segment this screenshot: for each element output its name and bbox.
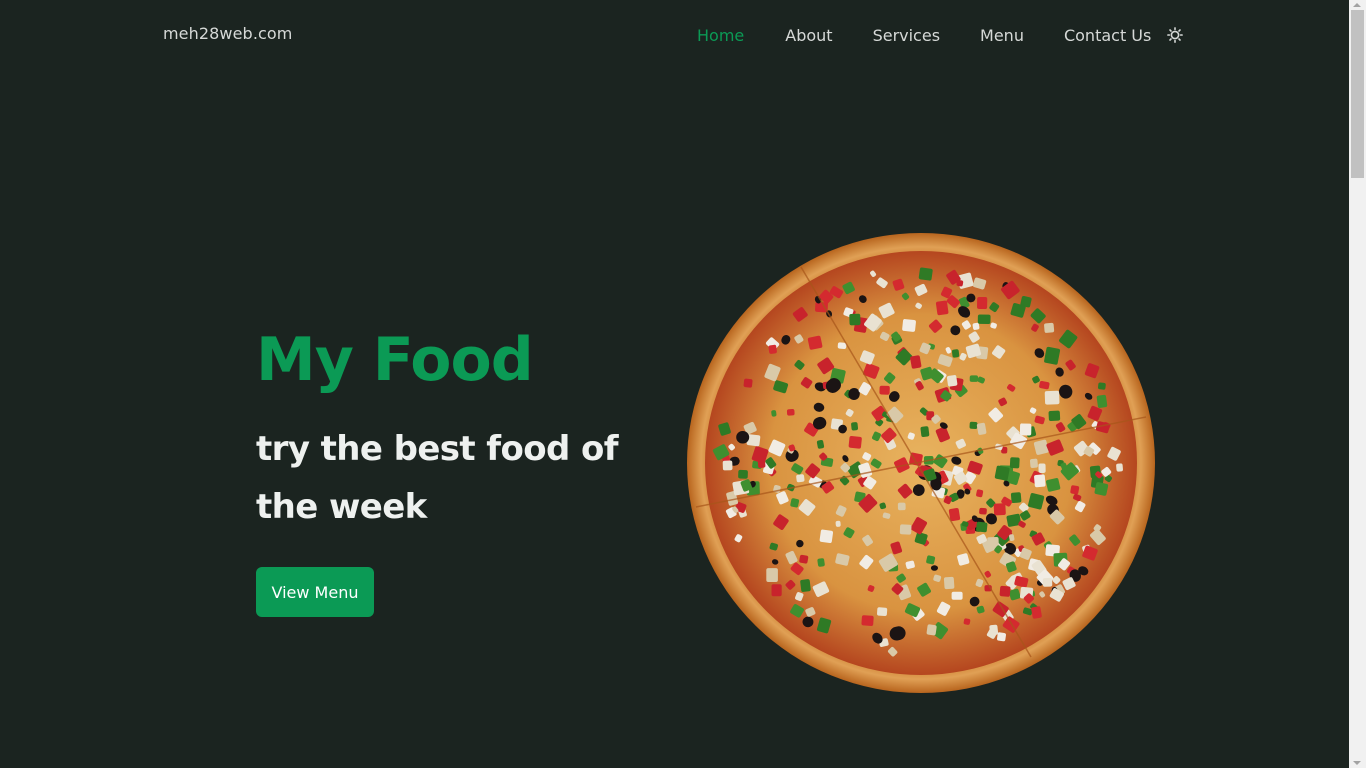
nav-link-home[interactable]: Home xyxy=(697,26,744,45)
pizza-topping xyxy=(972,322,980,330)
pizza-topping xyxy=(997,632,1006,642)
pizza-topping xyxy=(930,565,938,571)
pizza-topping xyxy=(993,503,1006,516)
pizza-topping xyxy=(848,435,862,449)
pizza-topping xyxy=(969,421,978,430)
pizza-topping xyxy=(1034,474,1046,488)
pizza-topping xyxy=(1048,410,1061,422)
pizza-topping xyxy=(879,385,890,395)
page: meh28web.com Home About Services Menu Co… xyxy=(0,0,1366,768)
nav-link-contact-us[interactable]: Contact Us xyxy=(1064,26,1151,45)
pizza-topping xyxy=(861,615,874,626)
nav-link-about[interactable]: About xyxy=(785,26,832,45)
pizza-topping xyxy=(1044,390,1060,405)
pizza-topping xyxy=(977,296,988,310)
hero-subtitle: try the best food of the week xyxy=(256,429,619,527)
brand-link[interactable]: meh28web.com xyxy=(163,24,292,43)
pizza-topping xyxy=(851,422,859,431)
pizza-topping xyxy=(977,314,991,324)
pizza-topping xyxy=(1098,382,1106,390)
pizza-topping xyxy=(994,465,1010,481)
pizza-topping xyxy=(849,313,861,326)
pizza-topping xyxy=(1010,492,1022,504)
page-scrollbar[interactable] xyxy=(1349,0,1366,768)
pizza-illustration xyxy=(687,233,1155,693)
pizza-topping xyxy=(926,624,937,636)
pizza-topping xyxy=(771,584,782,597)
pizza-topping xyxy=(899,524,912,535)
pizza-topping xyxy=(1019,423,1032,436)
pizza-topping xyxy=(1116,463,1123,472)
pizza-topping xyxy=(817,558,825,567)
pizza-topping xyxy=(1031,606,1042,619)
pizza-topping xyxy=(800,579,811,592)
pizza-topping xyxy=(943,576,955,590)
pizza-topping xyxy=(979,507,987,515)
theme-toggle-button[interactable] xyxy=(1167,27,1184,43)
scroll-thumb[interactable] xyxy=(1351,10,1364,178)
pizza-topping xyxy=(799,554,809,564)
nav-link-services[interactable]: Services xyxy=(873,26,940,45)
view-menu-button[interactable]: View Menu xyxy=(256,567,374,617)
sun-icon xyxy=(1167,27,1184,43)
pizza-topping xyxy=(1070,485,1080,495)
pizza-topping xyxy=(1094,482,1109,496)
navbar: meh28web.com Home About Services Menu Co… xyxy=(0,0,1349,70)
pizza-topping xyxy=(902,319,916,332)
pizza-topping xyxy=(976,521,988,533)
pizza-topping xyxy=(766,568,778,582)
pizza-topping xyxy=(1096,394,1108,408)
pizza-topping xyxy=(835,520,841,527)
pizza-topping xyxy=(918,267,933,281)
pizza-topping xyxy=(1009,457,1020,469)
pizza-topping xyxy=(743,378,753,388)
hero-title: My Food xyxy=(256,325,534,395)
pizza-topping xyxy=(722,460,733,471)
pizza-topping xyxy=(920,426,930,437)
pizza-topping xyxy=(946,375,958,387)
pizza-topping xyxy=(757,460,766,468)
viewport: meh28web.com Home About Services Menu Co… xyxy=(0,0,1349,768)
pizza-image xyxy=(686,232,1156,694)
pizza-topping xyxy=(935,300,949,316)
pizza-topping xyxy=(796,474,805,483)
pizza-topping xyxy=(951,349,960,358)
pizza-topping xyxy=(951,591,963,600)
pizza-topping xyxy=(1044,322,1055,333)
pizza-topping xyxy=(1038,463,1046,474)
scroll-up-arrow-icon[interactable] xyxy=(1353,3,1361,7)
pizza-topping xyxy=(999,585,1011,597)
pizza-topping xyxy=(877,607,888,617)
pizza-topping xyxy=(738,469,748,479)
scroll-down-arrow-icon[interactable] xyxy=(1353,761,1361,765)
pizza-topping xyxy=(897,502,906,511)
pizza-topping xyxy=(1029,458,1038,468)
pizza-topping xyxy=(768,344,777,354)
pizza-topping xyxy=(1042,577,1053,587)
pizza-topping xyxy=(819,529,834,544)
nav-links: Home About Services Menu Contact Us xyxy=(697,24,1184,46)
nav-link-menu[interactable]: Menu xyxy=(980,26,1024,45)
pizza-topping xyxy=(969,375,979,382)
pizza-topping xyxy=(786,409,795,416)
